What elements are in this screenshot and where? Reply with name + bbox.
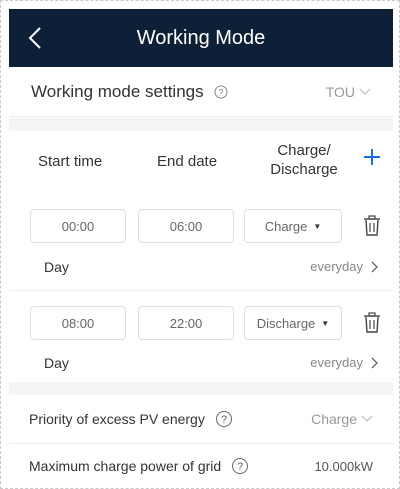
chevron-down-icon xyxy=(361,415,373,422)
trash-icon[interactable] xyxy=(362,215,382,237)
svg-text:?: ? xyxy=(218,87,223,97)
period2-start-value: 08:00 xyxy=(61,315,95,331)
working-mode-settings-label-wrap: Working mode settings ? xyxy=(31,82,228,102)
period2-day-label: Day xyxy=(44,355,69,371)
col-end-date: End date xyxy=(157,153,218,170)
chevron-right-icon xyxy=(371,261,378,272)
grid-charge-power-label-wrap: Maximum charge power of grid ? xyxy=(29,457,249,475)
chevron-down-icon xyxy=(359,88,371,95)
header-bar: Working Mode xyxy=(9,9,393,67)
col-charge-line1: Charge/ xyxy=(277,142,331,159)
help-icon[interactable]: ? xyxy=(215,410,233,428)
period2-day-select[interactable]: everyday xyxy=(310,355,379,370)
working-mode-settings-row: Working mode settings ? TOU xyxy=(9,67,393,117)
period1-start-input[interactable]: 00:00 xyxy=(30,209,126,243)
period2-end-value: 22:00 xyxy=(169,315,203,331)
working-mode-value: TOU xyxy=(325,83,355,100)
chevron-right-icon xyxy=(371,357,378,368)
grid-charge-power-label: Maximum charge power of grid xyxy=(29,458,222,474)
help-icon[interactable]: ? xyxy=(231,457,249,475)
period1-day-value: everyday xyxy=(310,259,363,274)
period1-end-input[interactable]: 06:00 xyxy=(138,209,234,243)
help-icon[interactable]: ? xyxy=(214,85,228,99)
col-charge-line2: Discharge xyxy=(270,161,338,178)
caret-down-icon: ▼ xyxy=(313,221,322,231)
back-arrow-icon xyxy=(28,27,41,49)
page-title: Working Mode xyxy=(136,26,266,49)
svg-text:?: ? xyxy=(237,461,243,473)
pv-priority-label-wrap: Priority of excess PV energy ? xyxy=(29,410,233,428)
grid-charge-power-value: 10.000kW xyxy=(314,458,373,474)
app-frame: Working Mode Working mode settings ? TOU… xyxy=(0,0,400,489)
period1-mode-value: Charge xyxy=(264,218,308,234)
period-divider xyxy=(9,290,393,291)
period1-day-label: Day xyxy=(44,259,69,275)
section-spacer xyxy=(9,118,393,131)
back-button[interactable] xyxy=(23,23,47,53)
period1-mode-select[interactable]: Charge ▼ xyxy=(244,209,342,243)
working-mode-select[interactable]: TOU xyxy=(326,84,371,100)
caret-down-icon: ▼ xyxy=(321,318,330,328)
pv-priority-select[interactable]: Charge xyxy=(311,411,373,427)
working-mode-settings-label: Working mode settings xyxy=(31,81,204,101)
add-period-button[interactable] xyxy=(360,145,384,169)
period2-start-input[interactable]: 08:00 xyxy=(30,306,126,340)
period1-end-value: 06:00 xyxy=(169,218,203,234)
svg-text:?: ? xyxy=(221,414,227,426)
trash-icon[interactable] xyxy=(362,312,382,334)
period2-mode-select[interactable]: Discharge ▼ xyxy=(244,306,342,340)
period2-day-value: everyday xyxy=(310,355,363,370)
period1-start-value: 00:00 xyxy=(61,218,95,234)
grid-charge-power-row[interactable]: Maximum charge power of grid ? 10.000kW xyxy=(9,444,393,488)
col-start-time: Start time xyxy=(38,153,103,170)
pv-priority-row: Priority of excess PV energy ? Charge xyxy=(9,395,393,443)
pv-priority-label: Priority of excess PV energy xyxy=(29,411,205,427)
section-spacer xyxy=(9,382,393,395)
pv-priority-value: Charge xyxy=(311,411,357,427)
period2-end-input[interactable]: 22:00 xyxy=(138,306,234,340)
period2-mode-value: Discharge xyxy=(256,315,316,331)
col-charge-discharge: Charge/ Discharge xyxy=(264,141,344,179)
period-table-header: Start time End date Charge/ Discharge xyxy=(9,131,393,193)
period1-day-select[interactable]: everyday xyxy=(310,259,379,274)
